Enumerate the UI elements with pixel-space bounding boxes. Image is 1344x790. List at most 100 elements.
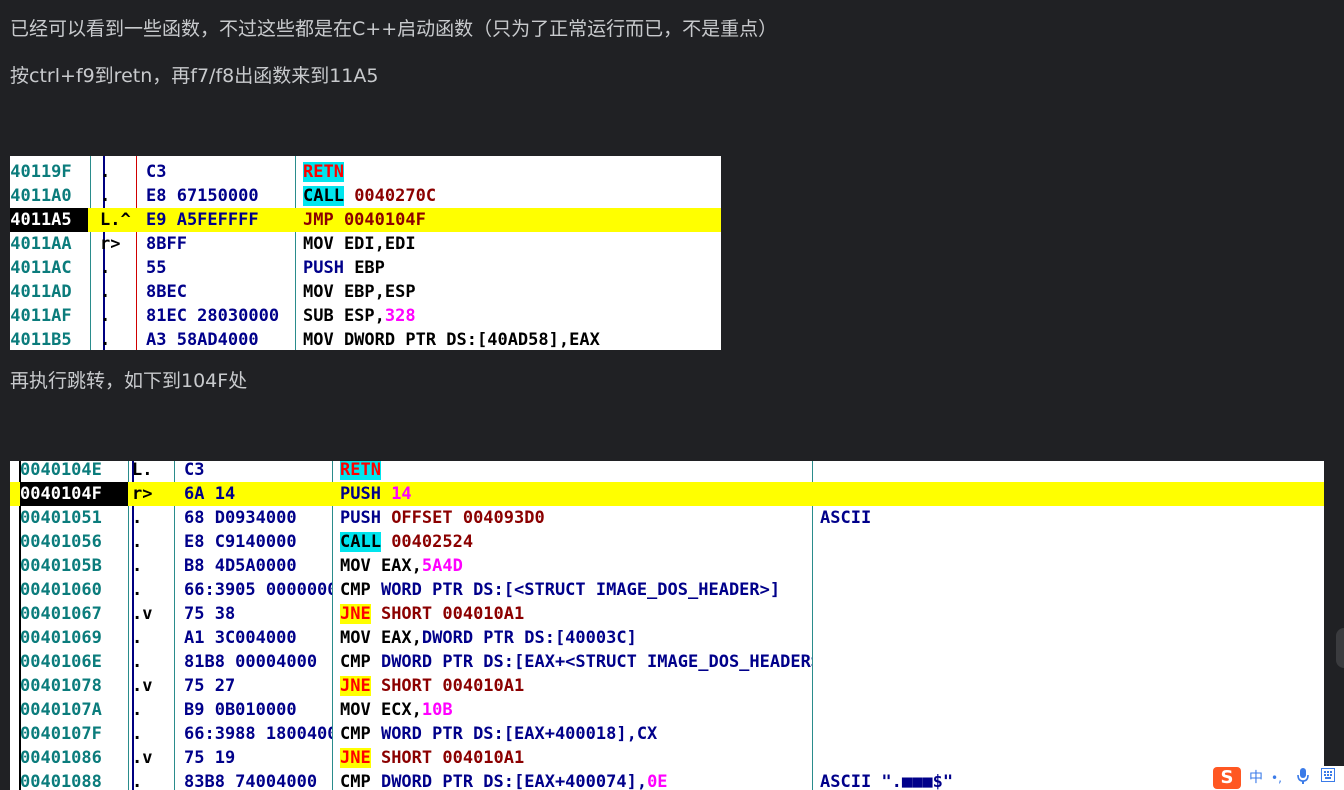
instruction-token: 0040270C: [343, 186, 437, 206]
hex-dump-cell: 75 38: [184, 604, 236, 624]
instruction-token: 0E: [647, 772, 668, 790]
instruction-token: 5A4D: [421, 556, 463, 576]
instruction-cell: CMP WORD PTR DS:[<STRUCT IMAGE_DOS_HEADE…: [340, 578, 812, 602]
instruction-token: MOV EAX,: [340, 556, 422, 576]
instruction-token: JNE: [340, 676, 371, 696]
instruction-cell: PUSH EBP: [303, 256, 721, 280]
instruction-token: SHORT 004010A1: [370, 604, 525, 624]
instruction-cell: CALL 00402524: [340, 530, 812, 554]
disasm-row[interactable]: 0040106E. 81B8 00004000 CMP DWORD PTR DS:[…: [10, 650, 1324, 674]
mic-icon[interactable]: [1297, 768, 1309, 790]
hex-dump-cell: A1 3C004000: [184, 628, 297, 648]
paragraph-1: 已经可以看到一些函数，不过这些都是在C++启动函数（只为了正常运行而已，不是重点…: [10, 18, 778, 40]
instruction-token: SUB ESP,: [303, 306, 385, 326]
disasm-row[interactable]: 04011A0. E8 67150000 CALL 0040270C: [10, 184, 721, 208]
jump-glyph: .: [132, 532, 143, 552]
jump-glyph: .: [132, 772, 143, 790]
jump-glyph: .: [100, 258, 111, 278]
instruction-token: PUSH: [340, 508, 381, 528]
disasm-row[interactable]: 04011A5 L.^ E9 A5FEFFFF JMP 0040104F: [10, 208, 721, 232]
address-cell: 00401088: [20, 772, 102, 790]
hex-dump-cell: 66:3988 18004000: [184, 724, 332, 744]
instruction-token: CMP: [340, 580, 381, 600]
jump-glyph: L.: [132, 461, 153, 480]
address-cell: 0040105B: [20, 556, 102, 576]
instruction-token: RETN: [340, 461, 381, 480]
address-cell: 0040106E: [20, 652, 102, 672]
instruction-token: CMP: [340, 652, 381, 672]
address-cell: 00401086: [20, 748, 102, 768]
sogou-logo-icon: S: [1213, 767, 1241, 789]
hex-dump-cell: 6A 14: [184, 484, 236, 504]
disasm-row[interactable]: 0040104F r> 6A 14 PUSH 14: [10, 482, 1324, 506]
disasm-row[interactable]: 0040104E L. C3 RETN: [10, 461, 1324, 482]
address-cell: 0040104E: [20, 461, 102, 480]
hex-dump-cell: 8BFF: [146, 234, 187, 254]
instruction-token: CALL: [303, 186, 344, 206]
jump-glyph: .: [100, 330, 111, 350]
jump-glyph: .: [100, 282, 111, 302]
instruction-cell: RETN: [340, 461, 812, 482]
disasm-row[interactable]: 00401069. A1 3C004000 MOV EAX,DWORD PTR DS…: [10, 626, 1324, 650]
hex-dump-cell: C3: [146, 162, 167, 182]
instruction-cell: CMP DWORD PTR DS:[EAX+<STRUCT IMAGE_DOS_…: [340, 650, 812, 674]
ime-language-toggle[interactable]: 中: [1249, 768, 1263, 788]
disasm-row[interactable]: 00401067 .v 75 38 JNE SHORT 004010A1: [10, 602, 1324, 626]
instruction-token: DWORD PTR DS:[EAX+400074],: [380, 772, 648, 790]
instruction-token: 00402524: [380, 532, 474, 552]
instruction-token: CMP: [340, 772, 381, 790]
disasm-row[interactable]: 00401051. 68 D0934000 PUSH OFFSET 004093D0…: [10, 506, 1324, 530]
instruction-token: MOV EAX,: [340, 628, 422, 648]
ime-toolbar[interactable]: S 中 •,: [1211, 766, 1344, 790]
disasm-row[interactable]: 04011AD. 8BEC MOV EBP,ESP: [10, 280, 721, 304]
jump-glyph: .: [132, 628, 143, 648]
hex-dump-cell: 75 27: [184, 676, 236, 696]
address-cell: 04011B5: [10, 330, 72, 350]
hex-dump-cell: 8BEC: [146, 282, 187, 302]
disasm-row[interactable]: 0040107F. 66:3988 18004000 CMP WORD PTR DS…: [10, 722, 1324, 746]
jump-glyph: .v: [132, 604, 153, 624]
disasm-row[interactable]: 04011B5. A3 58AD4000 MOV DWORD PTR DS:[40A…: [10, 328, 721, 350]
side-scroll-handle[interactable]: [1336, 628, 1344, 668]
jump-glyph: .: [132, 580, 143, 600]
disassembly-screenshot-1: 040119F. C3 RETN 04011A0. E8 67150000 CALL 00…: [10, 156, 721, 350]
paragraph-3: 再执行跳转，如下到104F处: [10, 370, 248, 392]
disasm-row[interactable]: 04011AA r> 8BFF MOV EDI,EDI: [10, 232, 721, 256]
instruction-cell: PUSH OFFSET 004093D0: [340, 506, 812, 530]
disasm-row[interactable]: 04011AC. 55 PUSH EBP: [10, 256, 721, 280]
instruction-cell: RETN: [303, 160, 721, 184]
disasm-row[interactable]: 04011AF. 81EC 28030000 SUB ESP,328: [10, 304, 721, 328]
hex-dump-cell: 81EC 28030000: [146, 306, 280, 326]
instruction-cell: PUSH 14: [340, 482, 812, 506]
disasm-row[interactable]: 00401088. 83B8 74004000 CMP DWORD PTR DS:[…: [10, 770, 1324, 790]
address-cell: 00401069: [20, 628, 102, 648]
address-cell: 04011AA: [10, 234, 72, 254]
jump-glyph: .v: [132, 748, 153, 768]
hex-dump-cell: 75 19: [184, 748, 236, 768]
instruction-token: 328: [384, 306, 416, 326]
disasm-row[interactable]: 00401086 .v 75 19 JNE SHORT 004010A1: [10, 746, 1324, 770]
instruction-cell: CMP WORD PTR DS:[EAX+400018],CX: [340, 722, 812, 746]
grid-icon[interactable]: [1321, 768, 1335, 788]
jump-glyph: .: [100, 162, 111, 182]
ime-punctuation-toggle[interactable]: •,: [1271, 768, 1282, 788]
disasm-row[interactable]: 00401056. E8 C9140000 CALL 00402524: [10, 530, 1324, 554]
hex-dump-cell: C3: [184, 461, 205, 480]
disasm-row[interactable]: 040119F. C3 RETN: [10, 160, 721, 184]
disasm-row[interactable]: 0040107A. B9 0B010000 MOV ECX,10B: [10, 698, 1324, 722]
instruction-token: WORD PTR DS:[EAX+400018],CX: [380, 724, 658, 744]
address-cell: 00401078: [20, 676, 102, 696]
address-cell: 00401060: [20, 580, 102, 600]
paragraph-2: 按ctrl+f9到retn，再f7/f8出函数来到11A5: [10, 65, 379, 87]
disasm-row[interactable]: 00401078 .v 75 27 JNE SHORT 004010A1: [10, 674, 1324, 698]
disasm-row[interactable]: 00401060. 66:3905 00000000 CMP WORD PTR DS…: [10, 578, 1324, 602]
hex-dump-cell: 68 D0934000: [184, 508, 297, 528]
disasm-row[interactable]: 0040105B. B8 4D5A0000 MOV EAX,5A4D: [10, 554, 1324, 578]
address-cell: 04011A0: [10, 186, 72, 206]
hex-dump-cell: 81B8 00004000: [184, 652, 318, 672]
instruction-cell: MOV DWORD PTR DS:[40AD58],EAX: [303, 328, 721, 350]
instruction-token: JMP 0040104F: [303, 210, 426, 230]
instruction-cell: MOV ECX,10B: [340, 698, 812, 722]
instruction-token: DWORD PTR DS:[EAX+<STRUCT IMAGE_DOS_HEAD…: [380, 652, 812, 672]
instruction-cell: MOV EAX,DWORD PTR DS:[40003C]: [340, 626, 812, 650]
